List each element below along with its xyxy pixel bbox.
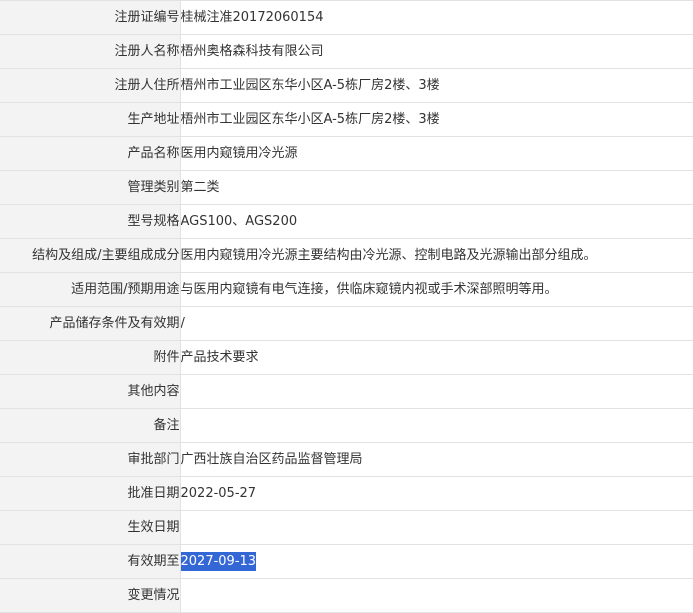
row-model-spec: 型号规格 AGS100、AGS200	[0, 204, 693, 239]
field-value: 2022-05-27	[180, 476, 693, 511]
field-label: 变更情况	[0, 578, 181, 613]
field-label: 注册证编号	[0, 0, 181, 35]
field-label: 结构及组成/主要组成成分	[0, 238, 181, 273]
field-label: 产品储存条件及有效期	[0, 306, 181, 341]
field-value	[180, 578, 693, 613]
row-intended-use: 适用范围/预期用途 与医用内窥镜有电气连接，供临床窥镜内视或手术深部照明等用。	[0, 272, 693, 307]
row-other-content: 其他内容	[0, 374, 693, 409]
registration-detail-table: 注册证编号 桂械注准20172060154 注册人名称 梧州奥格森科技有限公司 …	[0, 0, 693, 613]
row-remarks: 备注	[0, 408, 693, 443]
field-label: 有效期至	[0, 544, 181, 579]
field-label: 批准日期	[0, 476, 181, 511]
row-structure-composition: 结构及组成/主要组成成分 医用内窥镜用冷光源主要结构由冷光源、控制电路及光源输出…	[0, 238, 693, 273]
row-effective-date: 生效日期	[0, 510, 693, 545]
field-value: /	[180, 306, 693, 341]
field-label: 审批部门	[0, 442, 181, 477]
selected-text[interactable]: 2027-09-13	[180, 552, 257, 571]
row-registration-number: 注册证编号 桂械注准20172060154	[0, 0, 693, 35]
field-value: 梧州市工业园区东华小区A-5栋厂房2楼、3楼	[180, 102, 693, 137]
field-value: 第二类	[180, 170, 693, 205]
field-label: 生效日期	[0, 510, 181, 545]
field-value	[180, 408, 693, 443]
field-value: 医用内窥镜用冷光源	[180, 136, 693, 171]
field-value: 医用内窥镜用冷光源主要结构由冷光源、控制电路及光源输出部分组成。	[180, 238, 693, 273]
field-label: 注册人名称	[0, 34, 181, 69]
row-product-name: 产品名称 医用内窥镜用冷光源	[0, 136, 693, 171]
row-approval-date: 批准日期 2022-05-27	[0, 476, 693, 511]
row-management-category: 管理类别 第二类	[0, 170, 693, 205]
field-label: 其他内容	[0, 374, 181, 409]
row-registrant-address: 注册人住所 梧州市工业园区东华小区A-5栋厂房2楼、3楼	[0, 68, 693, 103]
field-label: 管理类别	[0, 170, 181, 205]
field-value	[180, 510, 693, 545]
field-value: 梧州奥格森科技有限公司	[180, 34, 693, 69]
row-approval-department: 审批部门 广西壮族自治区药品监督管理局	[0, 442, 693, 477]
field-label: 注册人住所	[0, 68, 181, 103]
row-registrant-name: 注册人名称 梧州奥格森科技有限公司	[0, 34, 693, 69]
field-label: 产品名称	[0, 136, 181, 171]
field-value: 梧州市工业园区东华小区A-5栋厂房2楼、3楼	[180, 68, 693, 103]
field-value: 产品技术要求	[180, 340, 693, 375]
row-attachment: 附件 产品技术要求	[0, 340, 693, 375]
row-production-address: 生产地址 梧州市工业园区东华小区A-5栋厂房2楼、3楼	[0, 102, 693, 137]
field-value: 与医用内窥镜有电气连接，供临床窥镜内视或手术深部照明等用。	[180, 272, 693, 307]
field-label: 生产地址	[0, 102, 181, 137]
field-value[interactable]: 2027-09-13	[180, 544, 693, 579]
field-label: 附件	[0, 340, 181, 375]
field-value: 桂械注准20172060154	[180, 0, 693, 35]
field-value: AGS100、AGS200	[180, 204, 693, 239]
field-label: 适用范围/预期用途	[0, 272, 181, 307]
row-valid-until: 有效期至 2027-09-13	[0, 544, 693, 579]
field-value: 广西壮族自治区药品监督管理局	[180, 442, 693, 477]
row-change-history: 变更情况	[0, 578, 693, 613]
field-value	[180, 374, 693, 409]
row-storage-validity: 产品储存条件及有效期 /	[0, 306, 693, 341]
field-label: 备注	[0, 408, 181, 443]
field-label: 型号规格	[0, 204, 181, 239]
